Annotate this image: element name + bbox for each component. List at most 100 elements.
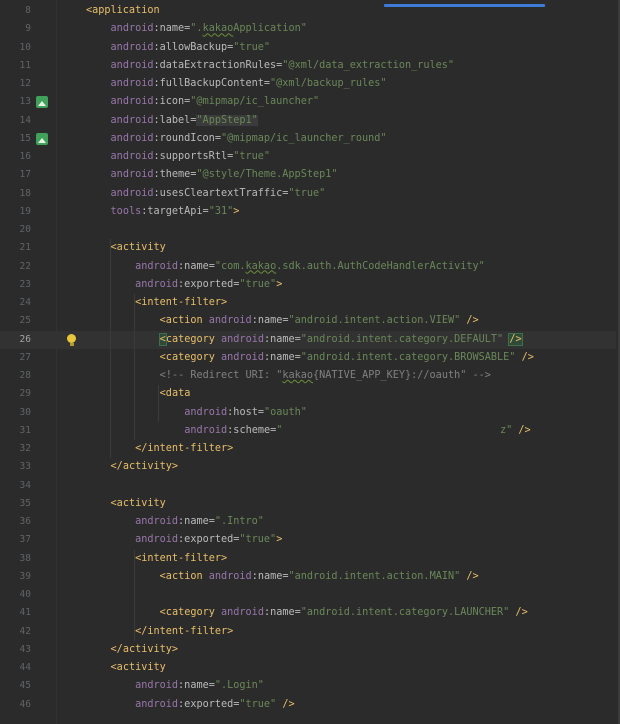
line-number: 35 bbox=[19, 497, 31, 509]
code-line[interactable]: 33 </activity> bbox=[0, 458, 616, 476]
image-resource-icon[interactable] bbox=[36, 96, 48, 109]
code-line[interactable]: 12 android:fullBackupContent="@xml/backup… bbox=[0, 75, 616, 93]
code-line[interactable]: 17 android:theme="@style/Theme.AppStep1" bbox=[0, 166, 616, 184]
code-text: <action android:name="android.intent.act… bbox=[159, 315, 479, 327]
image-resource-icon[interactable] bbox=[36, 132, 48, 145]
line-number: 31 bbox=[19, 424, 31, 436]
code-line[interactable]: 15 android:roundIcon="@mipmap/ic_launcher… bbox=[0, 130, 616, 148]
code-line[interactable]: 19 tools:targetApi="31"> bbox=[0, 203, 616, 221]
code-text: android:exported="true"> bbox=[135, 534, 283, 546]
code-text: android:roundIcon="@mipmap/ic_launcher_r… bbox=[110, 132, 387, 144]
code-line[interactable]: 25 <action android:name="android.intent.a… bbox=[0, 312, 616, 330]
line-number: 9 bbox=[25, 23, 31, 35]
line-number: 34 bbox=[19, 479, 31, 491]
code-line[interactable]: 31 android:scheme=" z" /> bbox=[0, 422, 616, 440]
line-number: 26 bbox=[19, 333, 31, 345]
code-text: </activity> bbox=[110, 461, 179, 473]
line-number: 24 bbox=[19, 297, 31, 308]
code-line[interactable]: 10 android:allowBackup="true" bbox=[0, 39, 616, 57]
code-line[interactable]: 34 bbox=[0, 477, 616, 495]
code-line[interactable]: 16 android:supportsRtl="true" bbox=[0, 148, 616, 166]
code-text: android:label="AppStep1" bbox=[110, 114, 258, 126]
code-line[interactable]: 26 <category android:name="android.intent… bbox=[0, 330, 616, 349]
code-line[interactable]: 46 android:exported="true" /> bbox=[0, 696, 616, 714]
code-text: <category android:name="android.intent.c… bbox=[159, 351, 534, 363]
indent-guide bbox=[158, 385, 159, 422]
code-text: <activity bbox=[110, 242, 166, 254]
code-line[interactable]: 42 </intent-filter> bbox=[0, 623, 616, 641]
line-number: 20 bbox=[19, 224, 31, 235]
code-text: android:name=".Intro" bbox=[135, 516, 264, 527]
code-line[interactable]: 21 <activity bbox=[0, 239, 616, 257]
code-line[interactable]: 23 android:exported="true"> bbox=[0, 276, 616, 294]
code-text: android:exported="true" /> bbox=[135, 698, 295, 710]
indent-guide bbox=[134, 549, 135, 641]
code-line[interactable]: 22 android:name="com.kakao.sdk.auth.AuthC… bbox=[0, 258, 616, 276]
code-line[interactable]: 40 bbox=[0, 586, 616, 604]
code-text: android:exported="true"> bbox=[135, 278, 283, 290]
code-line[interactable]: 35 <activity bbox=[0, 495, 616, 513]
code-text: <category android:name="android.intent.c… bbox=[158, 332, 523, 346]
line-number: 21 bbox=[19, 242, 31, 254]
code-line[interactable]: 29 <data bbox=[0, 385, 616, 403]
code-line[interactable]: 43 </activity> bbox=[0, 641, 616, 659]
line-number: 25 bbox=[19, 315, 31, 327]
code-text: </intent-filter> bbox=[135, 625, 234, 637]
code-line[interactable]: 9 android:name=".kakaoApplication" bbox=[0, 20, 616, 38]
code-line[interactable]: 28 <!-- Redirect URI: "kakao{NATIVE_APP_K… bbox=[0, 367, 616, 385]
code-text: android:icon="@mipmap/ic_launcher" bbox=[110, 96, 320, 108]
line-number: 37 bbox=[19, 534, 31, 546]
code-text: android:name=".Login" bbox=[135, 680, 264, 692]
line-number: 41 bbox=[19, 607, 31, 619]
line-number: 13 bbox=[19, 96, 31, 108]
code-line[interactable]: 45 android:name=".Login" bbox=[0, 677, 616, 695]
code-editor[interactable]: 8 <application 9 android:name=".kakaoApplic… bbox=[0, 0, 620, 724]
line-number: 45 bbox=[19, 680, 31, 692]
line-number: 40 bbox=[19, 589, 31, 600]
code-text: </activity> bbox=[110, 643, 179, 655]
code-text: <category android:name="android.intent.c… bbox=[159, 607, 528, 619]
line-number: 30 bbox=[19, 406, 31, 418]
code-line[interactable]: 20 bbox=[0, 221, 616, 239]
line-number: 43 bbox=[19, 643, 31, 655]
code-text: <activity bbox=[110, 497, 166, 509]
code-text: android:name="com.kakao.sdk.auth.AuthCod… bbox=[135, 260, 485, 272]
code-text: android:theme="@style/Theme.AppStep1" bbox=[110, 169, 338, 181]
line-number: 27 bbox=[19, 351, 31, 363]
code-line[interactable]: 37 android:exported="true"> bbox=[0, 531, 616, 549]
code-line[interactable]: 14 android:label="AppStep1" bbox=[0, 112, 616, 130]
line-number: 29 bbox=[19, 388, 31, 400]
code-line[interactable]: 38 <intent-filter> bbox=[0, 550, 616, 568]
code-text: android:scheme=" bbox=[184, 424, 283, 436]
code-line[interactable]: 41 <category android:name="android.intent… bbox=[0, 604, 616, 622]
line-number: 16 bbox=[19, 151, 31, 162]
line-number: 32 bbox=[19, 443, 31, 454]
line-number: 15 bbox=[19, 132, 31, 144]
line-number: 36 bbox=[19, 516, 31, 527]
code-line[interactable]: 27 <category android:name="android.intent… bbox=[0, 349, 616, 367]
code-line[interactable]: 18 android:usesCleartextTraffic="true" bbox=[0, 185, 616, 203]
code-line[interactable]: 44 <activity bbox=[0, 659, 616, 677]
code-line[interactable]: 36 android:name=".Intro" bbox=[0, 513, 616, 531]
code-line[interactable]: 11 android:dataExtractionRules="@xml/data… bbox=[0, 57, 616, 75]
code-text: <activity bbox=[110, 662, 166, 673]
line-number: 14 bbox=[19, 114, 31, 126]
code-text: <intent-filter> bbox=[135, 297, 228, 308]
line-number: 28 bbox=[19, 370, 31, 381]
line-number: 19 bbox=[19, 205, 31, 217]
code-line[interactable]: 30 android:host="oauth" bbox=[0, 404, 616, 422]
code-line[interactable]: 39 <action android:name="android.intent.a… bbox=[0, 568, 616, 586]
code-text: <!-- Redirect URI: "kakao{NATIVE_APP_KEY… bbox=[159, 370, 491, 381]
code-text: android:dataExtractionRules="@xml/data_e… bbox=[110, 59, 455, 71]
line-number: 17 bbox=[19, 169, 31, 181]
code-line[interactable]: 32 </intent-filter> bbox=[0, 440, 616, 458]
code-text: <intent-filter> bbox=[135, 552, 228, 564]
lightbulb-icon[interactable] bbox=[67, 333, 76, 346]
code-line[interactable]: 24 <intent-filter> bbox=[0, 294, 616, 312]
line-number: 42 bbox=[19, 625, 31, 637]
line-number: 8 bbox=[25, 5, 31, 16]
code-text: android:allowBackup="true" bbox=[110, 41, 271, 53]
line-number: 10 bbox=[19, 41, 31, 53]
code-line[interactable]: 13 android:icon="@mipmap/ic_launcher" bbox=[0, 93, 616, 111]
code-text: <action android:name="android.intent.act… bbox=[159, 570, 479, 582]
